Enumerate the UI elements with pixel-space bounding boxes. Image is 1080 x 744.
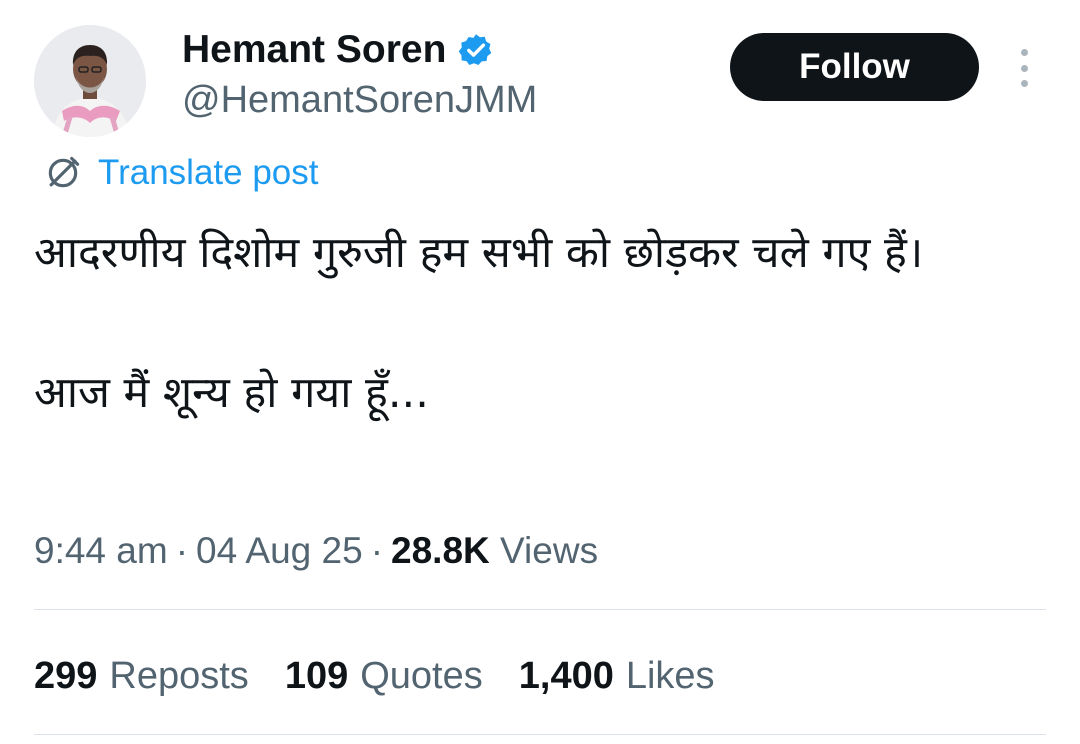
likes-label: Likes (625, 655, 715, 697)
reposts-stat[interactable]: 299 Reposts (34, 651, 249, 701)
meta-separator: · (370, 530, 384, 571)
more-dot (1020, 64, 1028, 72)
profile-photo (34, 25, 146, 137)
views-count: 28.8K (391, 530, 490, 571)
meta-separator: · (175, 530, 189, 571)
translate-post-link[interactable]: Translate post (44, 150, 318, 196)
reposts-count: 299 (34, 655, 98, 697)
post-body: आदरणीय दिशोम गुरुजी हम सभी को छोड़कर चले… (34, 218, 1044, 428)
translate-post-label: Translate post (98, 153, 319, 192)
verified-badge-icon (459, 34, 492, 65)
quotes-label: Quotes (360, 655, 483, 697)
reposts-label: Reposts (109, 655, 249, 697)
follow-button[interactable]: Follow (730, 33, 979, 101)
likes-stat[interactable]: 1,400 Likes (519, 651, 715, 701)
quotes-count: 109 (284, 655, 349, 697)
author-name-row[interactable]: Hemant Soren (182, 26, 494, 74)
more-options-icon[interactable] (1008, 46, 1040, 90)
likes-count: 1,400 (518, 655, 614, 697)
divider (34, 609, 1046, 610)
post-time[interactable]: 9:44 am (34, 530, 168, 571)
views-label: Views (500, 530, 599, 571)
author-name[interactable]: Hemant Soren (182, 26, 446, 74)
post-text-line-2: आज मैं शून्य हो गया हूँ... (34, 368, 429, 418)
engagement-stats: 299 Reposts 109 Quotes 1,400 Likes (34, 651, 751, 701)
more-dot (1020, 80, 1028, 87)
quotes-stat[interactable]: 109 Quotes (285, 651, 483, 701)
avatar[interactable] (34, 25, 146, 137)
translate-globe-icon (48, 156, 80, 188)
more-dot (1020, 49, 1028, 56)
post-date[interactable]: 04 Aug 25 (196, 530, 363, 571)
post-meta: 9:44 am · 04 Aug 25 · 28.8K Views (34, 526, 598, 576)
author-handle[interactable]: @HemantSorenJMM (182, 76, 537, 124)
post-text-line-1: आदरणीय दिशोम गुरुजी हम सभी को छोड़कर चले… (34, 228, 924, 278)
divider (34, 734, 1046, 735)
